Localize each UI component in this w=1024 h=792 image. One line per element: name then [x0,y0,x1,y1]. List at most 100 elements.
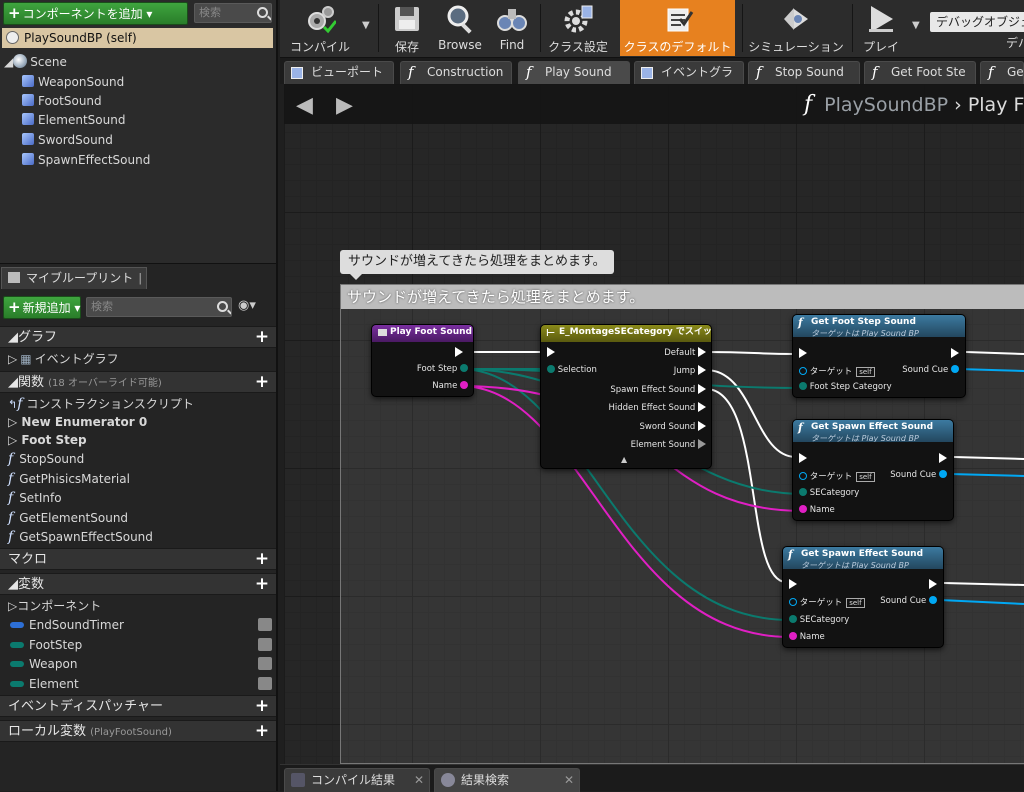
foot-step-category-pin[interactable]: Foot Step Category [799,382,892,392]
visibility-icon[interactable] [258,657,272,670]
blueprint-search-input[interactable]: 検索 [86,297,232,317]
switch-node[interactable]: ⊢ E_MontageSECategory でスイッチ Selection Def… [540,324,712,469]
variables-section-header[interactable]: ◢変数 + [0,573,276,595]
add-local-variable-button[interactable]: + [253,722,271,740]
exec-out-pin[interactable] [929,579,937,589]
play-foot-sound-node[interactable]: Play Foot Sound Foot Step Name [371,324,474,397]
exec-in-pin[interactable] [799,453,807,463]
close-icon[interactable]: ǀ [138,268,142,289]
foot-step-out-pin[interactable]: Foot Step [417,364,468,374]
function-item-getphisicsmaterial[interactable]: f GetPhisicsMaterial [0,469,276,489]
tab-play-sound[interactable]: f Play Sound [518,61,630,84]
eye-icon[interactable]: ◉▾ [238,298,256,313]
hidden-effect-sound-out-pin[interactable]: Hidden Effect Sound [609,402,706,413]
component-item-weapon[interactable]: WeaponSound [22,73,124,92]
debug-object-select[interactable]: デバッグオブジェクト [930,12,1024,32]
exec-in-pin[interactable] [799,348,807,358]
exec-out-pin[interactable] [939,453,947,463]
simulation-button[interactable]: シミュレーション [746,0,846,56]
exec-out-pin[interactable] [455,347,463,357]
functions-section-header[interactable]: ◢関数 (18 オーバーライド可能) + [0,371,276,393]
get-spawn-effect-sound-node-1[interactable]: f Get Spawn Effect Sound ターゲットは Play Sound… [792,419,954,521]
tab-get-foot-step[interactable]: f Get Foot Ste [864,61,976,84]
jump-out-pin[interactable]: Jump [674,365,706,376]
new-enumerator-item[interactable]: ▷ New Enumerator 0 [0,412,276,432]
blueprint-graph[interactable]: ◀ ▶ f PlaySoundBP › Play F サウンドが増えてきたら処理を… [284,84,1024,764]
se-category-pin[interactable]: SECategory [789,615,849,625]
browse-button[interactable]: Browse [432,0,488,56]
expand-arrow-icon[interactable]: ▲ [621,455,627,464]
element-sound-out-pin[interactable]: Element Sound [631,439,706,450]
add-graph-button[interactable]: + [253,328,271,346]
get-spawn-effect-sound-node-2[interactable]: f Get Spawn Effect Sound ターゲットは Play Sound… [782,546,944,648]
spawn-effect-sound-out-pin[interactable]: Spawn Effect Sound [610,384,706,395]
component-item-spawn-effect[interactable]: SpawnEffectSound [22,151,150,170]
component-item-sword[interactable]: SwordSound [22,131,113,150]
target-pin[interactable]: ターゲット self [789,596,865,608]
component-item-element[interactable]: ElementSound [22,111,125,130]
class-settings-button[interactable]: クラス設定 [544,0,612,56]
add-dispatcher-button[interactable]: + [253,697,271,715]
self-component-item[interactable]: PlaySoundBP (self) [2,28,273,48]
get-foot-step-sound-node[interactable]: f Get Foot Step Sound ターゲットは Play Sound BP… [792,314,966,398]
play-button[interactable]: プレイ [856,0,906,56]
target-pin[interactable]: ターゲット self [799,470,875,482]
tab-find-results[interactable]: 結果検索 ✕ [434,768,580,792]
play-dropdown-icon[interactable]: ▼ [912,20,920,31]
add-variable-button[interactable]: + [253,575,271,593]
component-item-foot[interactable]: FootSound [22,92,102,111]
tab-viewport[interactable]: ビューポート [284,61,394,84]
function-item-getelementsound[interactable]: f GetElementSound [0,508,276,528]
my-blueprint-tab[interactable]: マイブループリント ǀ [1,267,147,289]
event-dispatchers-section-header[interactable]: イベントディスパッチャー + [0,695,276,717]
tab-get[interactable]: f Get [980,61,1024,84]
se-category-pin[interactable]: SECategory [799,488,859,498]
exec-out-pin[interactable] [951,348,959,358]
sound-cue-out-pin[interactable]: Sound Cue [902,365,959,375]
name-in-pin[interactable]: Name [789,632,825,642]
name-in-pin[interactable]: Name [799,505,835,515]
scene-item[interactable]: ◢ Scene [4,53,67,72]
compile-dropdown-icon[interactable]: ▼ [362,20,370,31]
tab-construction[interactable]: f Construction [400,61,512,84]
variable-item-footstep[interactable]: FootStep [0,635,276,655]
variable-item-endsoundtimer[interactable]: EndSoundTimer [0,615,276,635]
component-search-input[interactable]: 検索 [194,3,272,23]
sword-sound-out-pin[interactable]: Sword Sound [640,421,706,432]
foot-step-item[interactable]: ▷ Foot Step [0,430,276,450]
target-pin[interactable]: ターゲット self [799,365,875,377]
save-button[interactable]: 保存 [382,0,432,56]
local-variables-section-header[interactable]: ローカル変数 (PlayFootSound) + [0,720,276,742]
event-graph-item[interactable]: ▷ ▦ イベントグラフ [0,349,276,369]
class-defaults-button[interactable]: クラスのデフォルト [620,0,735,56]
function-item-setinfo[interactable]: f SetInfo [0,488,276,508]
tab-event-graph[interactable]: イベントグラ [634,61,744,84]
variable-item-weapon[interactable]: Weapon [0,654,276,674]
find-button[interactable]: Find [488,0,536,56]
construction-script-item[interactable]: ↰f コンストラクションスクリプト [0,394,276,414]
visibility-icon[interactable] [258,677,272,690]
add-new-button[interactable]: + 新規追加 ▾ [3,296,81,319]
components-group-item[interactable]: ▷コンポーネント [0,596,276,616]
graphs-section-header[interactable]: ◢グラフ + [0,326,276,348]
compile-button[interactable]: コンパイル [284,0,356,56]
sound-cue-out-pin[interactable]: Sound Cue [880,596,937,606]
default-out-pin[interactable]: Default [664,347,706,358]
function-item-getspawneffectsound[interactable]: f GetSpawnEffectSound [0,527,276,547]
sound-cue-out-pin[interactable]: Sound Cue [890,470,947,480]
selection-in-pin[interactable]: Selection [547,365,597,375]
close-icon[interactable]: ✕ [414,769,424,791]
variable-item-element[interactable]: Element [0,674,276,694]
tab-stop-sound[interactable]: f Stop Sound [748,61,860,84]
add-function-button[interactable]: + [253,373,271,391]
exec-in-pin[interactable] [789,579,797,589]
exec-in-pin[interactable] [547,347,555,357]
add-component-button[interactable]: + コンポーネントを追加 ▾ [3,2,188,25]
close-icon[interactable]: ✕ [564,769,574,791]
visibility-icon[interactable] [258,618,272,631]
name-out-pin[interactable]: Name [432,381,468,391]
macros-section-header[interactable]: マクロ + [0,548,276,570]
visibility-icon[interactable] [258,638,272,651]
tab-compile-results[interactable]: コンパイル結果 ✕ [284,768,430,792]
add-macro-button[interactable]: + [253,550,271,568]
